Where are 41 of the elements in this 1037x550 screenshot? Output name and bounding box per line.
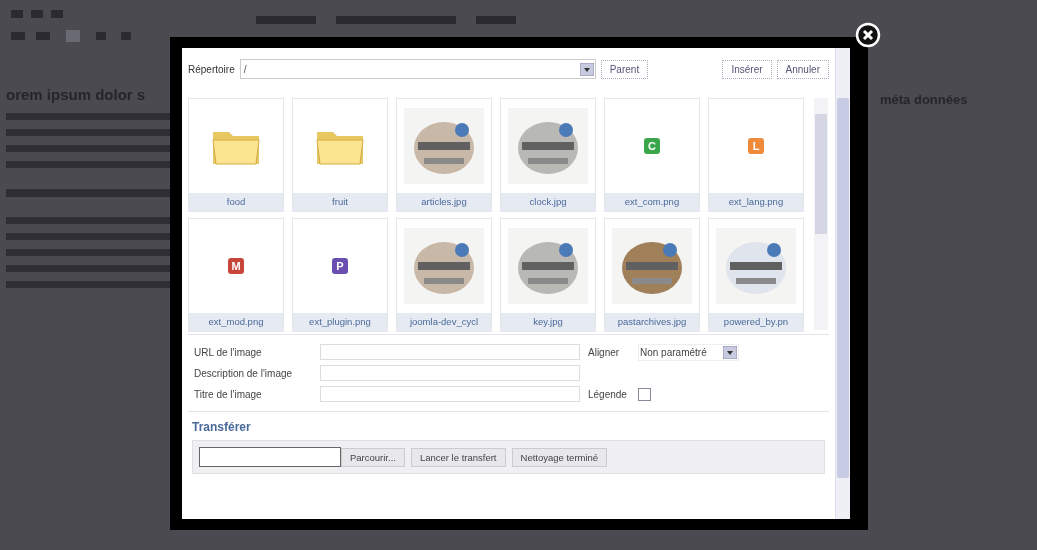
field-label: Description de l'image [194,367,294,379]
file-field[interactable] [199,447,341,467]
dropdown-icon[interactable] [579,62,594,76]
caption-label: Légende [588,388,628,400]
extension-badge-icon: M [228,258,244,274]
field-label: URL de l'image [194,346,263,358]
image-thumbnail[interactable]: articles.jpg [396,98,492,212]
insert-button[interactable]: Insérer [722,59,772,79]
image-thumbnail[interactable]: food [188,98,284,212]
image-thumbnail[interactable]: C ext_com.png [604,98,700,212]
start-upload-button[interactable]: Lancer le transfert [410,447,506,467]
dropdown-icon[interactable] [723,345,737,359]
parent-button[interactable]: Parent [600,59,649,79]
scrollbar[interactable] [835,48,850,519]
close-icon[interactable] [855,22,881,48]
input-field[interactable] [320,344,580,360]
field-label: Titre de l'image [194,388,263,400]
image-thumbnail[interactable]: M ext_mod.png [188,218,284,332]
browse-button[interactable]: Parcourir... [341,447,405,467]
upload-heading: Transférer [192,420,252,434]
extension-badge-icon: L [748,138,764,154]
image-thumbnail[interactable]: powered_by.pn [708,218,804,332]
directory-select[interactable]: / [239,59,596,79]
image-thumbnail[interactable]: clock.jpg [500,98,596,212]
directory-label: Répertoire [188,63,235,75]
caption-checkbox[interactable] [638,387,651,401]
image-thumbnail[interactable]: L ext_lang.png [708,98,804,212]
clear-button[interactable]: Nettoyage terminé [511,447,608,467]
image-thumbnail[interactable]: P ext_plugin.png [292,218,388,332]
image-thumbnail[interactable]: joomla-dev_cycl [396,218,492,332]
extension-badge-icon: C [644,138,660,154]
image-thumbnail[interactable]: fruit [292,98,388,212]
cancel-button[interactable]: Annuler [776,59,829,79]
input-field[interactable] [320,386,580,402]
align-label: Aligner [588,346,621,358]
image-thumbnail[interactable]: key.jpg [500,218,596,332]
image-thumbnail[interactable]: pastarchives.jpg [604,218,700,332]
extension-badge-icon: P [332,258,348,274]
align-select[interactable]: Non paramétré [638,343,739,361]
input-field[interactable] [320,365,580,381]
scrollbar[interactable] [814,98,828,330]
